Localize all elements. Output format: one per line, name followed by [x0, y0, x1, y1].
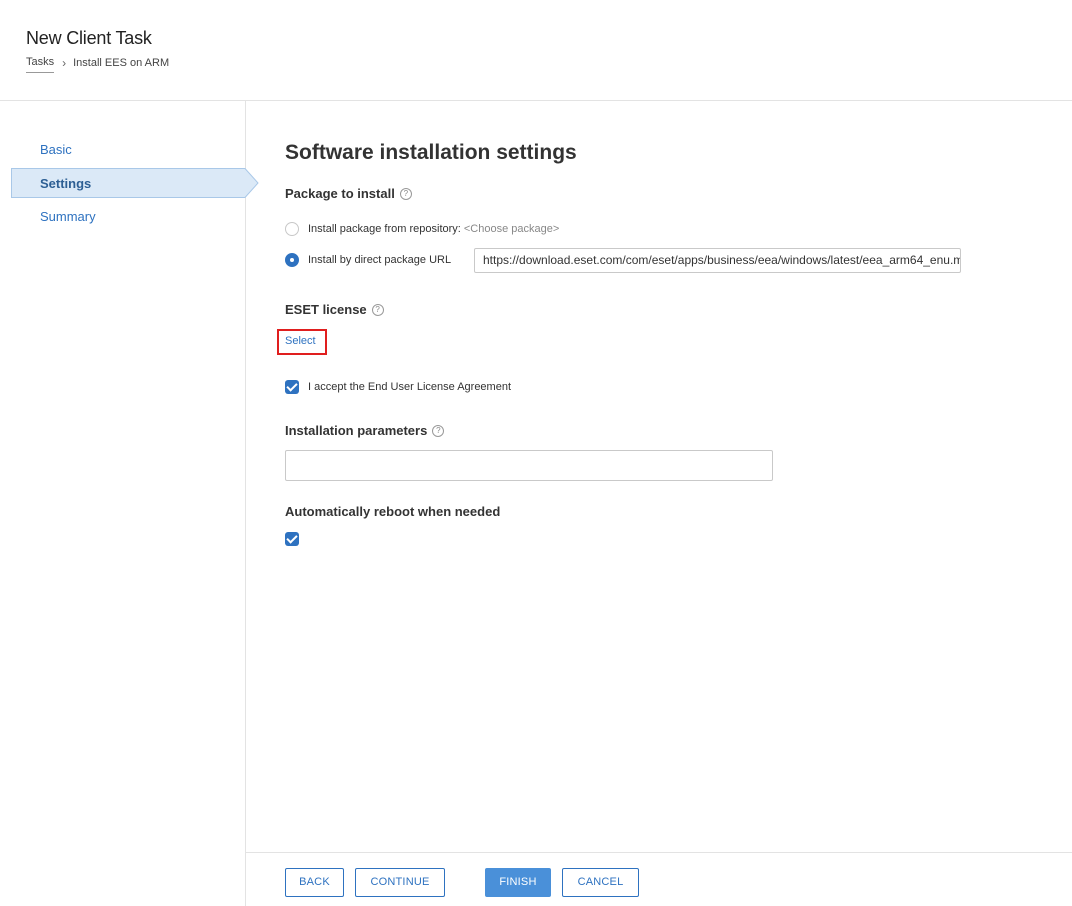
params-label-text: Installation parameters: [285, 423, 428, 438]
help-icon[interactable]: ?: [399, 187, 412, 200]
url-option[interactable]: Install by direct package URL: [285, 253, 451, 267]
back-button[interactable]: BACK: [285, 868, 344, 897]
repository-option-label: Install package from repository:: [308, 223, 461, 235]
license-label: ESET license ?: [285, 302, 384, 317]
breadcrumb-tasks-link[interactable]: Tasks: [26, 56, 55, 73]
sidebar-item-summary[interactable]: Summary: [40, 209, 96, 224]
help-icon[interactable]: ?: [432, 424, 445, 437]
cancel-button[interactable]: CANCEL: [562, 868, 639, 897]
package-url-input[interactable]: https://download.eset.com/com/eset/apps/…: [474, 248, 961, 273]
package-label: Package to install ?: [285, 186, 412, 201]
reboot-checkbox-row[interactable]: [285, 532, 308, 546]
choose-package-link[interactable]: <Choose package>: [464, 223, 559, 235]
finish-button[interactable]: FINISH: [485, 868, 551, 897]
installation-parameters-input[interactable]: [285, 450, 773, 481]
sidebar-item-settings[interactable]: Settings: [11, 168, 259, 198]
section-title: Software installation settings: [285, 141, 577, 164]
breadcrumb: Tasks › Install EES on ARM: [26, 56, 169, 73]
eula-checkbox[interactable]: [285, 380, 299, 394]
repository-radio[interactable]: [285, 222, 299, 236]
url-option-label: Install by direct package URL: [308, 254, 452, 266]
page-header: New Client Task Tasks › Install EES on A…: [0, 0, 1072, 101]
eula-label: I accept the End User License Agreement: [308, 381, 512, 393]
reboot-checkbox[interactable]: [285, 532, 299, 546]
help-icon[interactable]: ?: [371, 303, 384, 316]
params-label: Installation parameters ?: [285, 423, 445, 438]
page-title: New Client Task: [26, 28, 152, 48]
continue-button[interactable]: CONTINUE: [355, 868, 445, 897]
repository-option[interactable]: Install package from repository: <Choose…: [285, 222, 559, 236]
wizard-sidebar: Basic Settings Summary: [0, 101, 259, 906]
sidebar-item-label: Settings: [40, 176, 92, 191]
reboot-label: Automatically reboot when needed: [285, 504, 501, 519]
sidebar-item-basic[interactable]: Basic: [40, 142, 72, 157]
license-label-text: ESET license: [285, 302, 367, 317]
chevron-right-icon: ›: [62, 55, 67, 70]
url-radio[interactable]: [285, 253, 299, 267]
eula-checkbox-row[interactable]: I accept the End User License Agreement: [285, 380, 511, 394]
breadcrumb-current: Install EES on ARM: [73, 56, 170, 69]
select-license-link[interactable]: Select: [285, 335, 316, 347]
package-label-text: Package to install: [285, 186, 395, 201]
wizard-footer: BACK CONTINUE FINISH CANCEL: [246, 852, 1072, 906]
